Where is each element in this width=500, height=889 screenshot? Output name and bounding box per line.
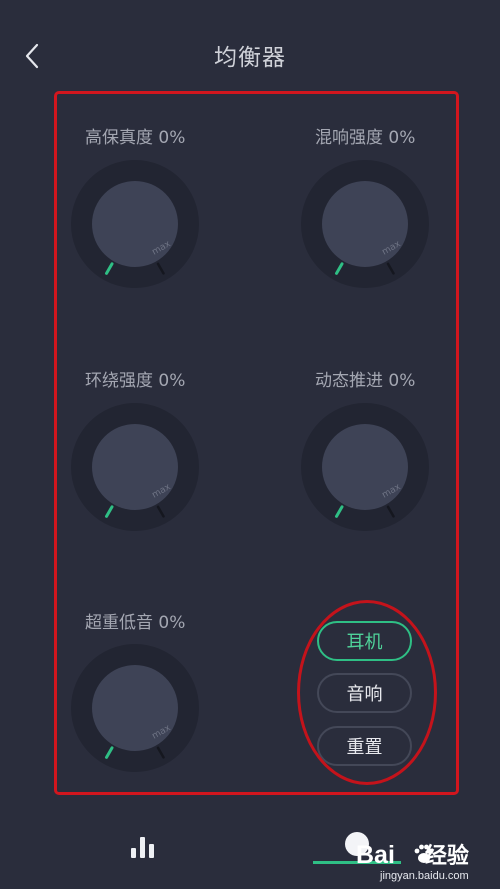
knob-label-hifi: 高保真度 0% — [85, 128, 186, 148]
watermark-url: jingyan.baidu.com — [380, 870, 469, 882]
paw-icon — [414, 844, 434, 863]
knob-face — [92, 665, 178, 751]
knob-dial: max — [301, 403, 429, 531]
knob-dial: max — [71, 403, 199, 531]
knob-dial: max — [301, 160, 429, 288]
knob-dial: max — [71, 644, 199, 772]
knob-label-dynamic: 动态推进 0% — [315, 371, 416, 391]
knob-face — [322, 181, 408, 267]
page-title: 均衡器 — [214, 45, 286, 71]
knob-face — [322, 424, 408, 510]
knob-face — [92, 181, 178, 267]
knob-hifi[interactable]: max — [70, 159, 200, 289]
knob-face — [92, 424, 178, 510]
knob-label-bass: 超重低音 0% — [85, 613, 186, 633]
knob-reverb[interactable]: max — [300, 159, 430, 289]
knob-dial: max — [71, 160, 199, 288]
knob-bass[interactable]: max — [70, 643, 200, 773]
knob-label-reverb: 混响强度 0% — [315, 128, 416, 148]
watermark: Bai 经验 jingyan.baidu.com — [350, 838, 500, 889]
knob-label-surround: 环绕强度 0% — [85, 371, 186, 391]
equalizer-icon[interactable] — [130, 836, 156, 858]
knob-dynamic[interactable]: max — [300, 402, 430, 532]
annotation-oval — [297, 600, 437, 785]
knob-surround[interactable]: max — [70, 402, 200, 532]
